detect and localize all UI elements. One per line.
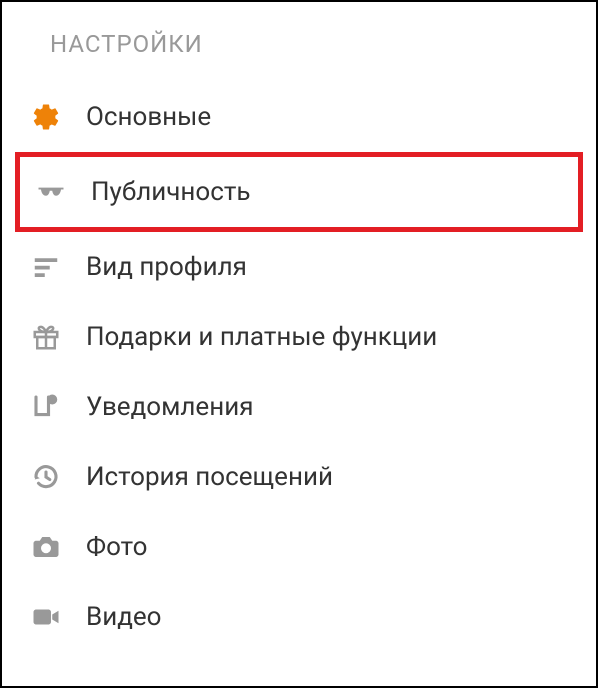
gift-icon (28, 319, 64, 355)
profile-view-icon (28, 249, 64, 285)
menu-label: История посещений (86, 462, 333, 492)
menu-item-history[interactable]: История посещений (20, 442, 578, 512)
menu-label: Видео (86, 602, 162, 632)
menu-label: Основные (86, 102, 211, 132)
menu-label: Публичность (91, 177, 250, 207)
camera-icon (28, 529, 64, 565)
page-title: НАСТРОЙКИ (50, 30, 578, 58)
menu-label: Подарки и платные функции (86, 322, 437, 352)
menu-label: Вид профиля (86, 252, 247, 282)
history-icon (28, 459, 64, 495)
menu-label: Фото (86, 532, 147, 562)
menu-item-gifts[interactable]: Подарки и платные функции (20, 302, 578, 372)
menu-item-video[interactable]: Видео (20, 582, 578, 652)
sunglasses-icon (33, 174, 69, 210)
menu-label: Уведомления (86, 392, 254, 422)
notifications-icon (28, 389, 64, 425)
settings-container: НАСТРОЙКИ Основные Публичность Вид профи… (2, 2, 596, 652)
video-icon (28, 599, 64, 635)
gear-icon (28, 99, 64, 135)
menu-item-notifications[interactable]: Уведомления (20, 372, 578, 442)
menu-item-publicity[interactable]: Публичность (15, 152, 583, 232)
menu-item-photo[interactable]: Фото (20, 512, 578, 582)
settings-header: НАСТРОЙКИ (20, 2, 578, 82)
menu-item-profile-view[interactable]: Вид профиля (20, 232, 578, 302)
menu-item-general[interactable]: Основные (20, 82, 578, 152)
